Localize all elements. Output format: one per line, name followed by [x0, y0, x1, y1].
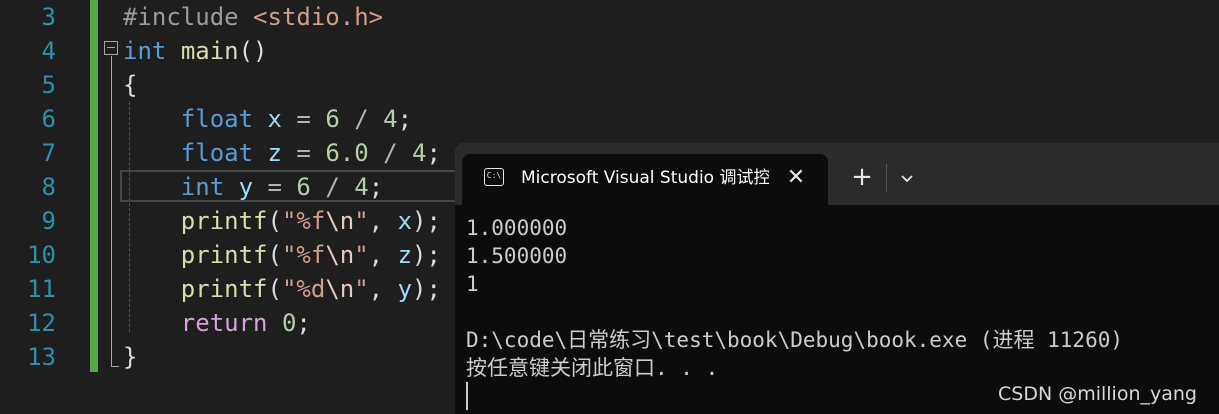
code-line-5: {: [123, 71, 138, 99]
code-line-7: float z = 6.0 / 4;: [180, 139, 441, 167]
line-number: 12: [27, 309, 56, 337]
line-number: 9: [41, 207, 56, 235]
line-number: 11: [27, 275, 56, 303]
line-number: 6: [41, 105, 56, 133]
line-number: 7: [41, 139, 56, 167]
line-number: 4: [41, 37, 56, 65]
terminal-output-line: 按任意键关闭此窗口. . .: [466, 356, 719, 380]
code-line-9: printf("%f\n", x);: [180, 207, 441, 235]
fold-guide: [111, 56, 112, 366]
text-cursor: [466, 382, 468, 410]
chevron-down-icon: [901, 175, 913, 183]
terminal-output-line: 1: [466, 272, 479, 296]
code-line-8: int y = 6 / 4;: [180, 173, 384, 201]
code-line-12: return 0;: [180, 309, 311, 337]
line-number: 10: [27, 241, 56, 269]
terminal-tab-title: Microsoft Visual Studio 调试控制台: [521, 168, 769, 188]
collapse-toggle-icon[interactable]: [104, 41, 118, 55]
code-line-10: printf("%f\n", z);: [180, 241, 441, 269]
fold-guide-end: [111, 366, 119, 367]
code-line-3: #include <stdio.h>: [123, 3, 384, 31]
watermark: CSDN @million_yang: [998, 383, 1197, 405]
code-line-11: printf("%d\n", y);: [180, 275, 441, 303]
terminal-output-line: 1.500000: [466, 244, 568, 268]
terminal-icon: C:\: [484, 168, 504, 186]
line-number: 5: [41, 71, 56, 99]
change-indicator-bar: [90, 0, 98, 372]
code-line-4: int main(): [123, 37, 268, 65]
dropdown-button[interactable]: [895, 164, 919, 192]
terminal-output-line: 1.000000: [466, 216, 568, 240]
new-tab-button[interactable]: +: [848, 162, 876, 192]
close-tab-button[interactable]: ✕: [784, 164, 808, 192]
code-line-6: float x = 6 / 4;: [180, 105, 413, 133]
terminal-output-line: D:\code\日常练习\test\book\Debug\book.exe (进…: [466, 328, 1124, 352]
line-number: 8: [41, 173, 56, 201]
line-number: 3: [41, 3, 56, 31]
titlebar-divider: [886, 164, 887, 192]
code-line-13: }: [123, 343, 138, 371]
line-number: 13: [27, 343, 56, 371]
